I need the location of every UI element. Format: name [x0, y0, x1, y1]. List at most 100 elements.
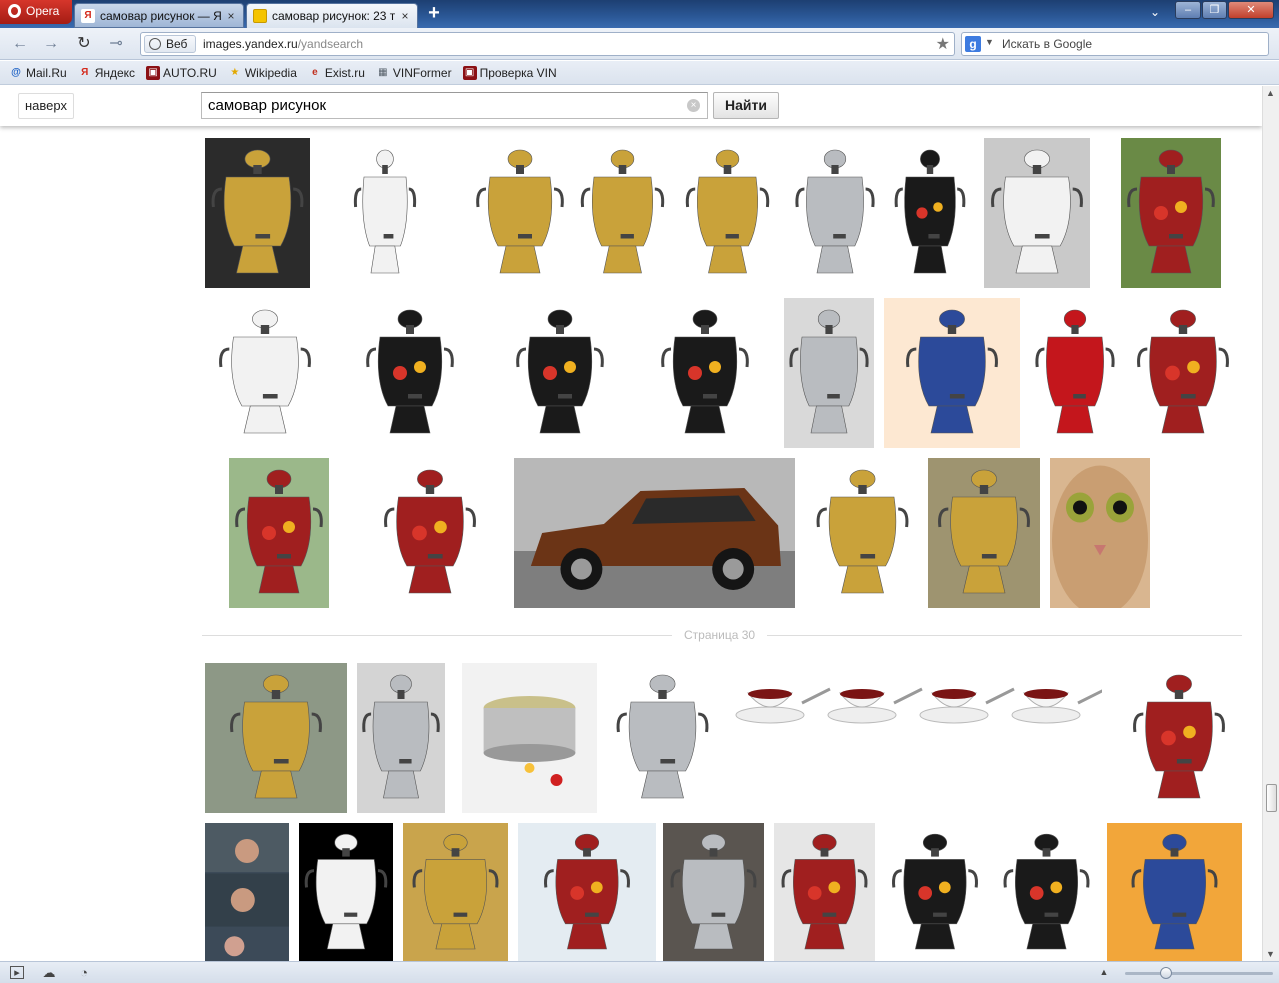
minimize-button[interactable]: – — [1175, 1, 1201, 19]
web-badge[interactable]: Веб — [144, 35, 197, 53]
image-thumbnail[interactable] — [890, 138, 970, 288]
zoom-menu-icon[interactable]: ▲ — [1097, 966, 1111, 979]
image-thumbnail[interactable] — [403, 823, 508, 961]
image-thumbnail[interactable] — [210, 298, 320, 448]
samovar-image — [996, 823, 1097, 961]
search-placeholder: Искать в Google — [1002, 37, 1093, 51]
yandex-images-favicon-icon — [253, 9, 267, 23]
new-tab-button[interactable]: + — [424, 3, 444, 24]
zoom-slider[interactable] — [1125, 972, 1273, 975]
tab-close-icon[interactable]: × — [225, 9, 237, 23]
clear-icon[interactable]: × — [687, 99, 700, 112]
image-thumbnail[interactable] — [205, 663, 347, 813]
image-thumbnail[interactable] — [1124, 298, 1242, 448]
image-thumbnail[interactable] — [514, 458, 795, 608]
bookmark-icon: Я — [81, 67, 89, 78]
bookmark-item[interactable]: ▦ VINFormer — [376, 66, 451, 80]
tab-yandex-images[interactable]: самовар рисунок: 23 т... × — [246, 3, 418, 28]
search-input[interactable]: самовар рисунок × — [201, 92, 708, 119]
samovar-image — [774, 823, 875, 961]
image-thumbnail[interactable] — [996, 823, 1097, 961]
tab-close-icon[interactable]: × — [399, 9, 411, 23]
search-field[interactable]: g ▼ Искать в Google — [961, 32, 1269, 56]
image-thumbnail[interactable] — [774, 823, 875, 961]
image-thumbnail[interactable] — [885, 823, 985, 961]
tab-menu-chevron-icon[interactable]: ⌄ — [1150, 5, 1160, 19]
address-bar[interactable]: Веб images.yandex.ru/yandsearch ★ — [140, 32, 955, 56]
image-thumbnail[interactable] — [370, 458, 490, 608]
image-thumbnail[interactable] — [680, 138, 775, 288]
image-thumbnail[interactable] — [722, 663, 1102, 743]
samovar-image — [299, 823, 393, 961]
image-thumbnail[interactable] — [663, 823, 764, 961]
image-thumbnail[interactable] — [1107, 823, 1242, 961]
bookmark-label: Mail.Ru — [26, 65, 67, 80]
image-thumbnail[interactable] — [655, 298, 755, 448]
search-query: самовар рисунок — [208, 97, 327, 114]
image-thumbnail[interactable] — [357, 663, 445, 813]
image-thumbnail[interactable] — [784, 298, 874, 448]
zoom-slider-knob[interactable] — [1160, 967, 1172, 979]
close-window-button[interactable]: ✕ — [1228, 1, 1274, 19]
image-thumbnail[interactable] — [610, 663, 715, 813]
bookmark-item[interactable]: Я Яндекс — [78, 66, 135, 80]
page-viewport: наверх самовар рисунок × Найти Страница … — [0, 86, 1262, 961]
image-thumbnail[interactable] — [229, 458, 329, 608]
samovar-image — [205, 663, 347, 813]
samovar-image — [357, 663, 445, 813]
image-thumbnail[interactable] — [510, 298, 610, 448]
image-thumbnail[interactable] — [518, 823, 656, 961]
samovar-image — [205, 823, 289, 961]
image-thumbnail[interactable] — [299, 823, 393, 961]
maximize-button[interactable]: ❐ — [1202, 1, 1227, 19]
forward-arrow-icon[interactable]: → — [40, 34, 62, 54]
find-button[interactable]: Найти — [713, 92, 779, 119]
image-thumbnail[interactable] — [928, 458, 1040, 608]
scroll-down-arrow-icon[interactable]: ▼ — [1266, 949, 1275, 959]
image-thumbnail[interactable] — [350, 138, 420, 288]
panel-toggle-icon[interactable]: ▸ — [10, 966, 24, 979]
samovar-image — [784, 298, 874, 448]
image-thumbnail[interactable] — [575, 138, 670, 288]
samovar-image — [1121, 138, 1221, 288]
navigation-bar: ← → ↻ ⊸ Веб images.yandex.ru/yandsearch … — [0, 28, 1279, 60]
bookmark-icon: ▦ — [378, 67, 388, 78]
back-arrow-icon[interactable]: ← — [9, 34, 31, 54]
google-icon[interactable]: g — [965, 36, 981, 52]
bookmark-star-icon[interactable]: ★ — [936, 34, 950, 54]
image-thumbnail[interactable] — [205, 823, 289, 961]
cloud-icon[interactable]: ☁ — [42, 966, 56, 979]
image-thumbnail[interactable] — [1030, 298, 1120, 448]
vertical-scrollbar[interactable]: ▲ ▼ — [1262, 86, 1279, 961]
image-thumbnail[interactable] — [205, 138, 310, 288]
bookmark-item[interactable]: e Exist.ru — [308, 66, 365, 80]
image-thumbnail[interactable] — [360, 298, 460, 448]
bookmark-item[interactable]: @ Mail.Ru — [9, 66, 67, 80]
scrollbar-thumb[interactable] — [1266, 784, 1277, 812]
image-thumbnail[interactable] — [805, 458, 920, 608]
url-text[interactable]: images.yandex.ru/yandsearch — [203, 33, 363, 55]
image-thumbnail[interactable] — [790, 138, 880, 288]
image-thumbnail[interactable] — [1050, 458, 1150, 608]
tab-yandex-search[interactable]: Я самовар рисунок — Я... × — [74, 3, 244, 28]
samovar-image — [884, 298, 1020, 448]
samovar-image — [680, 138, 775, 288]
speed-dial-icon[interactable]: ◔ — [77, 966, 91, 979]
image-thumbnail[interactable] — [470, 138, 570, 288]
bookmark-item[interactable]: ▣ AUTO.RU — [146, 65, 217, 80]
scroll-top-link[interactable]: наверх — [18, 93, 74, 119]
image-thumbnail[interactable] — [984, 138, 1090, 288]
samovar-image — [1116, 663, 1242, 813]
key-icon[interactable]: ⊸ — [105, 34, 127, 54]
reload-icon[interactable]: ↻ — [73, 34, 95, 54]
image-thumbnail[interactable] — [1116, 663, 1242, 813]
chevron-down-icon[interactable]: ▼ — [985, 37, 994, 47]
bookmark-item[interactable]: ★ Wikipedia — [228, 66, 297, 80]
bookmark-item[interactable]: ▣ Проверка VIN — [462, 65, 557, 80]
image-thumbnail[interactable] — [884, 298, 1020, 448]
image-thumbnail[interactable] — [462, 663, 597, 813]
status-bar: ▸ ☁ ◔ ▲ — [0, 961, 1279, 983]
image-thumbnail[interactable] — [1121, 138, 1221, 288]
opera-menu-button[interactable]: Opera — [0, 0, 72, 24]
scroll-up-arrow-icon[interactable]: ▲ — [1266, 88, 1275, 98]
